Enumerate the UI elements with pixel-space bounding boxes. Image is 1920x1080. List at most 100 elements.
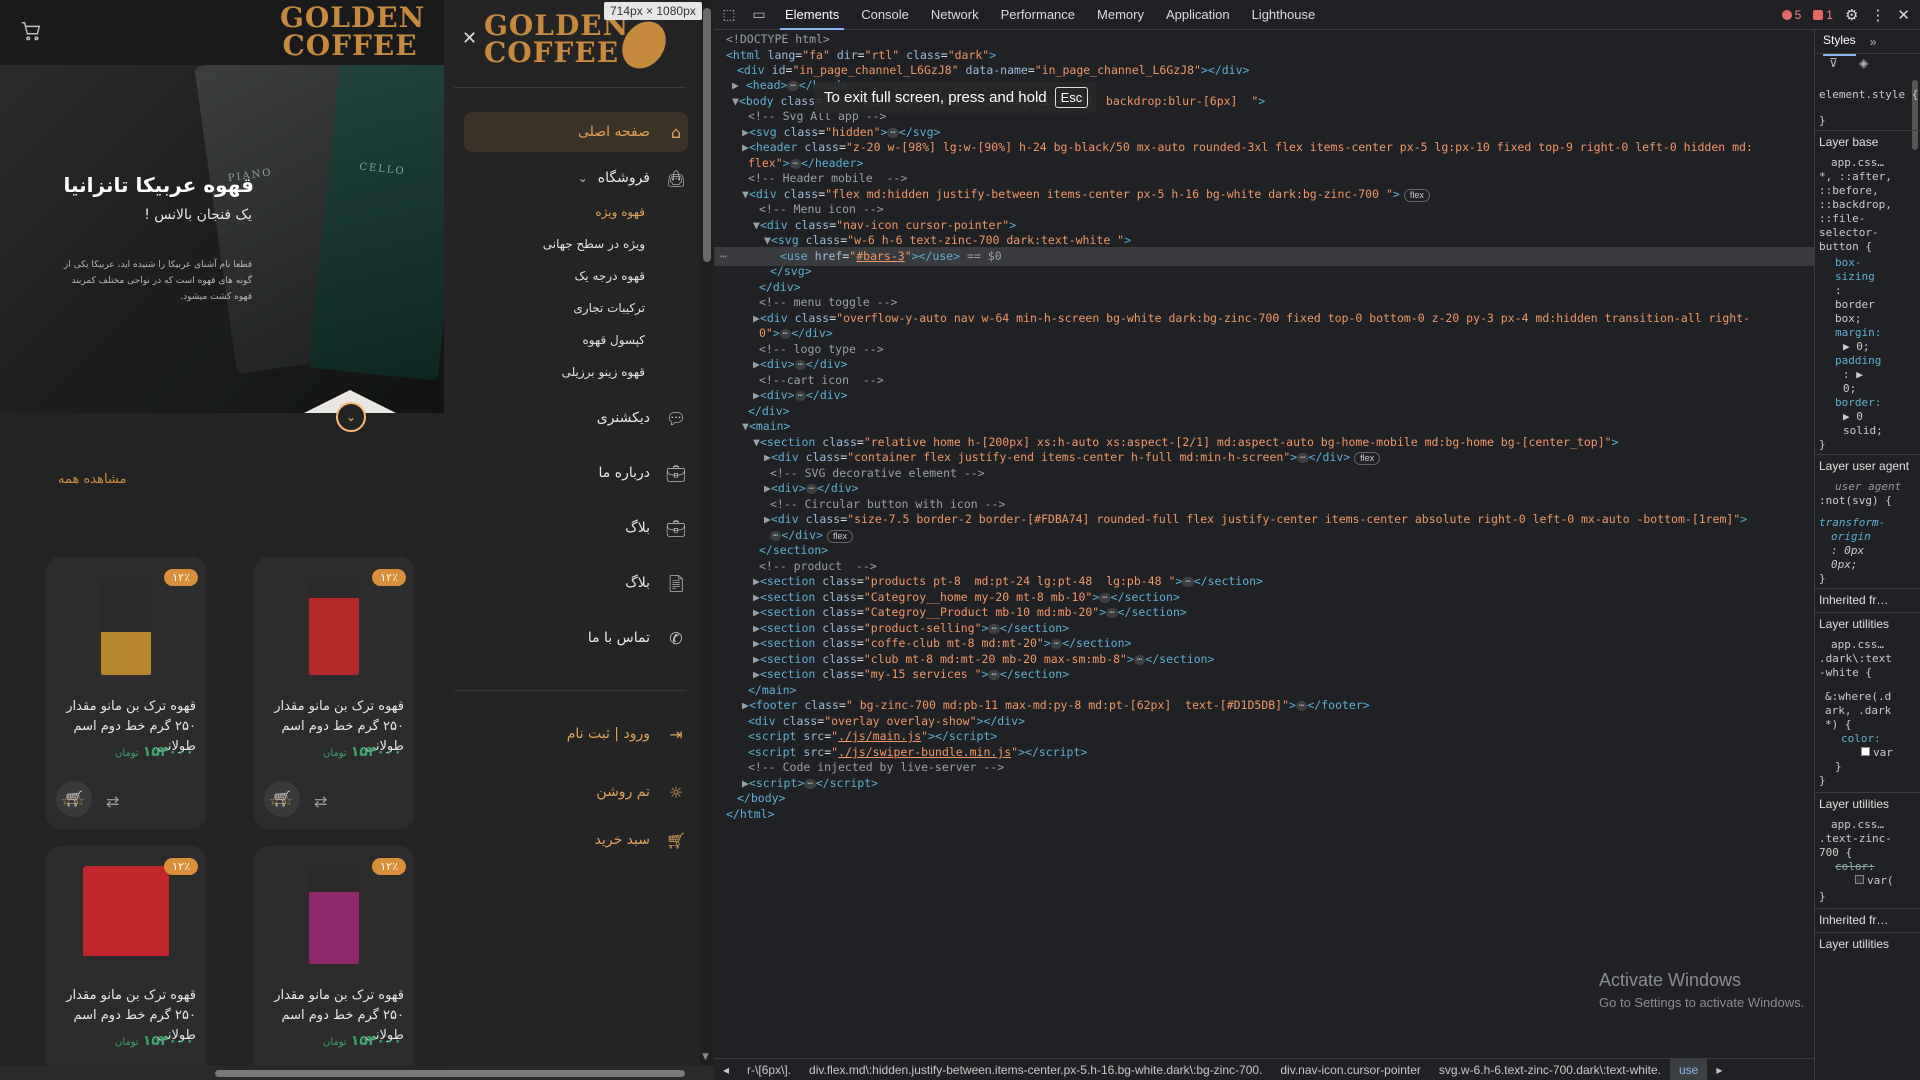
submenu-item[interactable]: ویژه در سطح جهانی xyxy=(543,237,645,251)
menu-item-dictionary[interactable]: 💬︎ دیکشنری xyxy=(464,400,688,436)
device-toolbar-icon[interactable]: ▭ xyxy=(744,6,774,23)
inspect-element-icon[interactable]: ⬚ xyxy=(714,6,744,23)
tab-application[interactable]: Application xyxy=(1155,0,1241,30)
css-rule-line: *, ::after, xyxy=(1819,170,1892,183)
horizontal-scrollbar[interactable] xyxy=(0,1066,714,1080)
see-all-link[interactable]: مشاهده همه xyxy=(58,472,127,487)
css-property[interactable]: box- xyxy=(1835,256,1920,269)
breadcrumb-item[interactable]: svg.w-6.h-6.text-zinc-700.dark\:text-whi… xyxy=(1430,1063,1670,1077)
color-swatch[interactable] xyxy=(1861,747,1870,756)
css-source-link[interactable]: app.css… xyxy=(1831,818,1920,831)
css-rule-line: ::before, xyxy=(1819,184,1879,197)
menu-item-contact[interactable]: ✆ تماس با ما xyxy=(464,620,688,656)
css-rule-line: -white { xyxy=(1819,666,1872,679)
css-property-overridden[interactable]: color: xyxy=(1835,860,1920,873)
menu-item-shop[interactable]: 👜︎ فروشگاه ⌄ xyxy=(464,160,688,196)
submenu-item[interactable]: قهوه درجه یک xyxy=(575,269,645,283)
tab-console[interactable]: Console xyxy=(850,0,920,30)
more-tabs-icon[interactable]: » xyxy=(1870,35,1877,49)
css-property[interactable]: margin: xyxy=(1835,326,1920,339)
css-value[interactable]: ▶ 0; xyxy=(1843,340,1920,353)
hero-banner: PIANO CELLO قهوه عربیکا تانزانیا یک فنجا… xyxy=(0,65,444,413)
scroll-down-button[interactable]: ⌄ xyxy=(336,402,366,432)
product-image xyxy=(309,868,359,964)
menu-item-blog[interactable]: 📄︎ بلاگ xyxy=(464,565,688,601)
css-property[interactable]: padding xyxy=(1835,354,1920,367)
css-value[interactable]: 0; xyxy=(1843,382,1920,395)
menu-item-basket[interactable]: 🛒︎ سبد خرید xyxy=(464,822,688,858)
menu-label: دیکشنری xyxy=(596,410,650,426)
more-options-icon[interactable]: ⋮ xyxy=(1870,6,1885,24)
css-value[interactable]: var xyxy=(1861,746,1920,759)
menu-item-home[interactable]: ⌂ صفحه اصلی xyxy=(464,112,688,152)
css-property[interactable]: color: xyxy=(1841,732,1920,745)
chevron-down-icon[interactable]: ⌄ xyxy=(578,171,588,185)
breadcrumb-scroll-left-icon[interactable]: ◂ xyxy=(714,1063,738,1077)
header-cart-icon[interactable] xyxy=(20,20,44,44)
breadcrumb-item[interactable]: r-\[6px\]. xyxy=(738,1063,800,1077)
settings-gear-icon[interactable]: ⚙ xyxy=(1845,6,1858,24)
hero-description: قطعا نام آشنای عربیکا را شنیده اید، عربی… xyxy=(63,260,252,302)
breadcrumb-scroll-right-icon[interactable]: ▸ xyxy=(1707,1063,1731,1077)
css-property[interactable]: border: xyxy=(1835,396,1920,409)
css-rule-line: } xyxy=(1819,890,1826,903)
login-icon: ⇥ xyxy=(669,724,683,744)
tab-performance[interactable]: Performance xyxy=(990,0,1086,30)
menu-item-blog[interactable]: 💼︎ بلاگ xyxy=(464,510,688,546)
cart-icon: 🛒︎ xyxy=(665,830,687,850)
menu-item-login[interactable]: ⇥ ورود | ثبت نام xyxy=(464,716,688,752)
product-card[interactable]: ۱۲٪ قهوه ترک بن مانو مقدار ۲۵۰ گرم خط دو… xyxy=(254,557,414,829)
dom-breadcrumb: ◂ r-\[6px\]. div.flex.md\:hidden.justify… xyxy=(714,1058,1814,1080)
css-value[interactable]: ▶ 0 xyxy=(1843,410,1920,423)
css-value[interactable]: border xyxy=(1835,298,1920,311)
scrollbar-thumb[interactable] xyxy=(215,1070,685,1077)
css-value[interactable]: var( xyxy=(1855,874,1920,887)
product-price: ۱۵۴۰۰۰تومان xyxy=(323,1033,402,1049)
css-value[interactable]: box; xyxy=(1835,312,1920,325)
breadcrumb-item-current[interactable]: use xyxy=(1669,1059,1708,1080)
chat-bubble-icon: 💬︎ xyxy=(665,408,687,428)
compare-icon[interactable]: ⇄ xyxy=(314,792,327,811)
site-logo[interactable]: GOLDEN COFFEE xyxy=(280,4,424,60)
hero-title: قهوه عربیکا تانزانیا xyxy=(63,173,255,197)
error-counter[interactable]: 5 xyxy=(1781,8,1801,22)
submenu-item[interactable]: ترکیبات تجاری xyxy=(573,301,645,315)
css-rule-line: : xyxy=(1835,284,1842,297)
layers-icon[interactable]: ◈ xyxy=(1859,56,1868,70)
tab-lighthouse[interactable]: Lighthouse xyxy=(1241,0,1327,30)
tab-elements[interactable]: Elements xyxy=(774,0,850,30)
styles-section-header: Layer base xyxy=(1815,130,1920,152)
tab-network[interactable]: Network xyxy=(920,0,990,30)
submenu-item[interactable]: قهوه ویژه xyxy=(595,205,645,219)
discount-badge: ۱۲٪ xyxy=(164,858,198,875)
css-value[interactable]: solid; xyxy=(1843,424,1920,437)
product-card[interactable]: ۱۲٪ قهوه ترک بن مانو مقدار ۲۵۰ گرم خط دو… xyxy=(254,846,414,1066)
close-devtools-icon[interactable]: ✕ xyxy=(1897,6,1910,24)
vertical-scrollbar[interactable]: ▼ xyxy=(700,0,714,1066)
product-image xyxy=(101,579,151,675)
scrollbar-thumb[interactable] xyxy=(703,8,711,262)
css-source-link[interactable]: app.css… xyxy=(1831,156,1920,169)
css-property[interactable]: sizing xyxy=(1835,270,1920,283)
submenu-item[interactable]: قهوه زینو برزیلی xyxy=(562,365,645,379)
css-source-link[interactable]: app.css… xyxy=(1831,638,1920,651)
breadcrumb-item[interactable]: div.nav-icon.cursor-pointer xyxy=(1271,1063,1430,1077)
css-rule-line: } xyxy=(1819,114,1826,127)
tab-styles[interactable]: Styles xyxy=(1823,33,1856,56)
product-card[interactable]: ۱۲٪ قهوه ترک بن مانو مقدار ۲۵۰ گرم خط دو… xyxy=(46,557,206,829)
menu-item-about[interactable]: 💼︎ درباره ما xyxy=(464,455,688,491)
tab-memory[interactable]: Memory xyxy=(1086,0,1155,30)
product-card[interactable]: ۱۲٪ قهوه ترک بن مانو مقدار ۲۵۰ گرم خط دو… xyxy=(46,846,206,1066)
color-swatch[interactable] xyxy=(1855,875,1864,884)
submenu-item[interactable]: کپسول قهوه xyxy=(582,333,645,347)
filter-icon[interactable]: ⊽ xyxy=(1829,56,1838,70)
breadcrumb-item[interactable]: div.flex.md\:hidden.justify-between.item… xyxy=(800,1063,1271,1077)
compare-icon[interactable]: ⇄ xyxy=(106,792,119,811)
issues-counter[interactable]: 1 xyxy=(1813,8,1833,22)
css-rule-line: ::backdrop, xyxy=(1819,198,1892,211)
elements-dom-tree[interactable]: <!DOCTYPE html> <html lang="fa" dir="rtl… xyxy=(714,30,1814,1058)
close-icon[interactable]: ✕ xyxy=(462,28,477,49)
theme-toggle[interactable]: ☼ تم روشن xyxy=(464,774,688,810)
scroll-down-arrow-icon[interactable]: ▼ xyxy=(702,1052,709,1062)
dom-node[interactable]: </html> xyxy=(714,805,1814,824)
